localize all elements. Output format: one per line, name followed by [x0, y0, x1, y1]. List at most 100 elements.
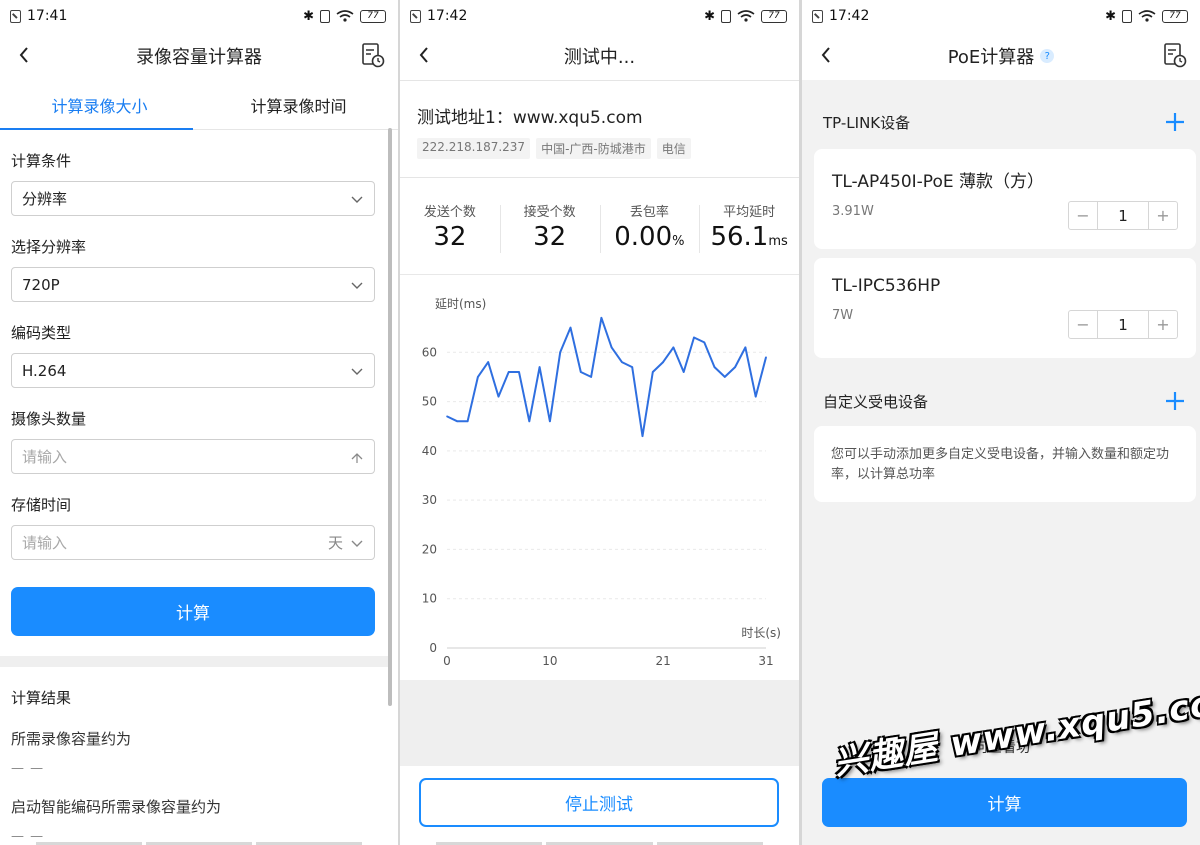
wifi-icon	[737, 10, 755, 22]
scrollbar[interactable]	[388, 128, 392, 706]
add-custom-plus-icon[interactable]	[1164, 390, 1186, 412]
data-point	[579, 371, 582, 373]
stop-test-button[interactable]: 停止测试	[419, 778, 779, 827]
device-name: TL-IPC536HP	[832, 276, 941, 296]
tab-bar: 计算录像大小 计算录像时间	[0, 80, 398, 130]
y-tick-label: 30	[422, 493, 437, 507]
history-icon[interactable]	[1162, 42, 1188, 68]
back-icon[interactable]	[414, 44, 436, 66]
codec-select[interactable]: H.264	[11, 353, 375, 388]
x-tick-label: 10	[542, 654, 557, 668]
chevron-down-icon	[351, 282, 363, 289]
stat-value: 56.1	[710, 221, 769, 252]
device-name: TL-AP450I-PoE 薄款（方）	[832, 172, 1044, 192]
tplink-section-header: TP-LINK设备	[802, 100, 1200, 144]
stat-latency: 平均延时 56.1ms	[699, 201, 799, 253]
data-point	[610, 346, 613, 349]
result-value-capacity: — —	[11, 761, 45, 776]
data-point	[621, 361, 623, 363]
data-point	[652, 371, 654, 373]
chevron-up-icon[interactable]	[351, 451, 363, 463]
stat-received: 接受个数 32	[499, 201, 600, 253]
minus-button[interactable]: −	[1069, 202, 1097, 229]
stat-label: 丢包率	[629, 204, 669, 220]
tab-calc-size[interactable]: 计算录像大小	[0, 80, 199, 129]
resolution-select[interactable]: 720P	[11, 267, 375, 302]
data-point	[559, 351, 561, 354]
quantity-value[interactable]: 1	[1097, 202, 1149, 229]
sim-icon	[10, 9, 21, 23]
plus-button[interactable]: +	[1149, 311, 1177, 338]
latency-series-line	[446, 316, 767, 438]
data-point	[538, 366, 541, 368]
x-tick-label: 0	[443, 654, 451, 668]
plus-button[interactable]: +	[1149, 202, 1177, 229]
bluetooth-icon: ✱	[1105, 8, 1116, 24]
ip-tag: 222.218.187.237	[417, 138, 531, 159]
x-axis-label: 时长(s)	[741, 626, 781, 640]
storage-time-input[interactable]: 请输入 天	[11, 525, 375, 560]
data-point	[754, 395, 757, 398]
test-address: 测试地址1：www.xqu5.com 222.218.187.237 中国-广西…	[400, 81, 799, 177]
data-point	[569, 326, 572, 329]
stat-label: 接受个数	[523, 204, 576, 220]
codec-value: H.264	[22, 361, 67, 380]
storage-time-unit[interactable]: 天	[328, 532, 343, 553]
data-point	[641, 435, 644, 437]
calculate-button[interactable]: 计算	[11, 587, 375, 636]
back-icon[interactable]	[816, 44, 838, 66]
location-tag: 中国-广西-防城港市	[536, 138, 651, 159]
sim-icon	[812, 9, 823, 23]
condition-select[interactable]: 分辨率	[11, 181, 375, 216]
bluetooth-icon: ✱	[704, 8, 715, 24]
vibrate-icon	[721, 9, 731, 23]
data-point	[713, 366, 716, 368]
poe-calculate-button[interactable]: 计算	[822, 778, 1187, 827]
battery-icon: 77	[761, 9, 787, 23]
data-point	[662, 361, 664, 363]
tab-calc-time[interactable]: 计算录像时间	[199, 80, 398, 129]
data-point	[549, 420, 551, 423]
latency-chart-svg: 延时(ms) 0 10 20 30 40 50 60 0 10 21 31 时长(s)	[422, 297, 781, 668]
data-point	[466, 420, 469, 423]
data-point	[734, 366, 736, 368]
tplink-section-title: TP-LINK设备	[823, 113, 911, 132]
video-capacity-panel: 17:41 ✱ 77 录像容量计算器 计算录像大小 计算录像时间 计算条件 分辨…	[0, 0, 398, 845]
chevron-down-icon	[351, 368, 363, 375]
y-tick-label: 20	[422, 542, 437, 556]
status-time: 17:42	[427, 8, 468, 24]
page-title: 测试中...	[563, 47, 636, 68]
stat-sent: 发送个数 32	[400, 201, 500, 252]
minus-button[interactable]: −	[1069, 311, 1097, 338]
stat-unit: ms	[768, 233, 788, 249]
y-axis-label: 延时(ms)	[435, 297, 486, 311]
device-card: TL-AP450I-PoE 薄款（方） 3.91W − 1 +	[814, 149, 1196, 249]
condition-value: 分辨率	[22, 190, 68, 208]
results-title: 计算结果	[11, 689, 72, 707]
y-tick-label: 60	[422, 345, 437, 359]
history-icon[interactable]	[360, 42, 386, 68]
field-label-storage-time: 存储时间	[11, 496, 72, 514]
page-title: PoE计算器	[947, 47, 1035, 68]
result-label-smart-capacity: 启动智能编码所需录像容量约为	[11, 798, 222, 816]
camera-count-placeholder: 请输入	[22, 448, 68, 466]
status-bar: 17:41 ✱ 77	[0, 0, 398, 32]
data-point	[507, 371, 510, 373]
tab-indicator	[0, 128, 193, 130]
help-icon[interactable]: ?	[1040, 49, 1055, 63]
battery-icon: 77	[360, 9, 386, 23]
stat-unit: %	[672, 233, 685, 249]
chevron-down-icon	[351, 196, 363, 203]
camera-count-input[interactable]: 请输入	[11, 439, 375, 474]
field-label-codec: 编码类型	[11, 324, 72, 342]
nav-bar: 录像容量计算器	[0, 32, 398, 80]
add-device-plus-icon[interactable]	[1164, 111, 1186, 133]
status-time: 17:42	[829, 8, 870, 24]
stat-label: 发送个数	[423, 204, 476, 220]
back-icon[interactable]	[14, 44, 36, 66]
y-tick-label: 40	[422, 444, 437, 458]
storage-time-placeholder: 请输入	[22, 534, 68, 552]
quantity-value[interactable]: 1	[1097, 311, 1149, 338]
data-point	[487, 361, 489, 363]
y-tick-label: 0	[429, 641, 437, 655]
